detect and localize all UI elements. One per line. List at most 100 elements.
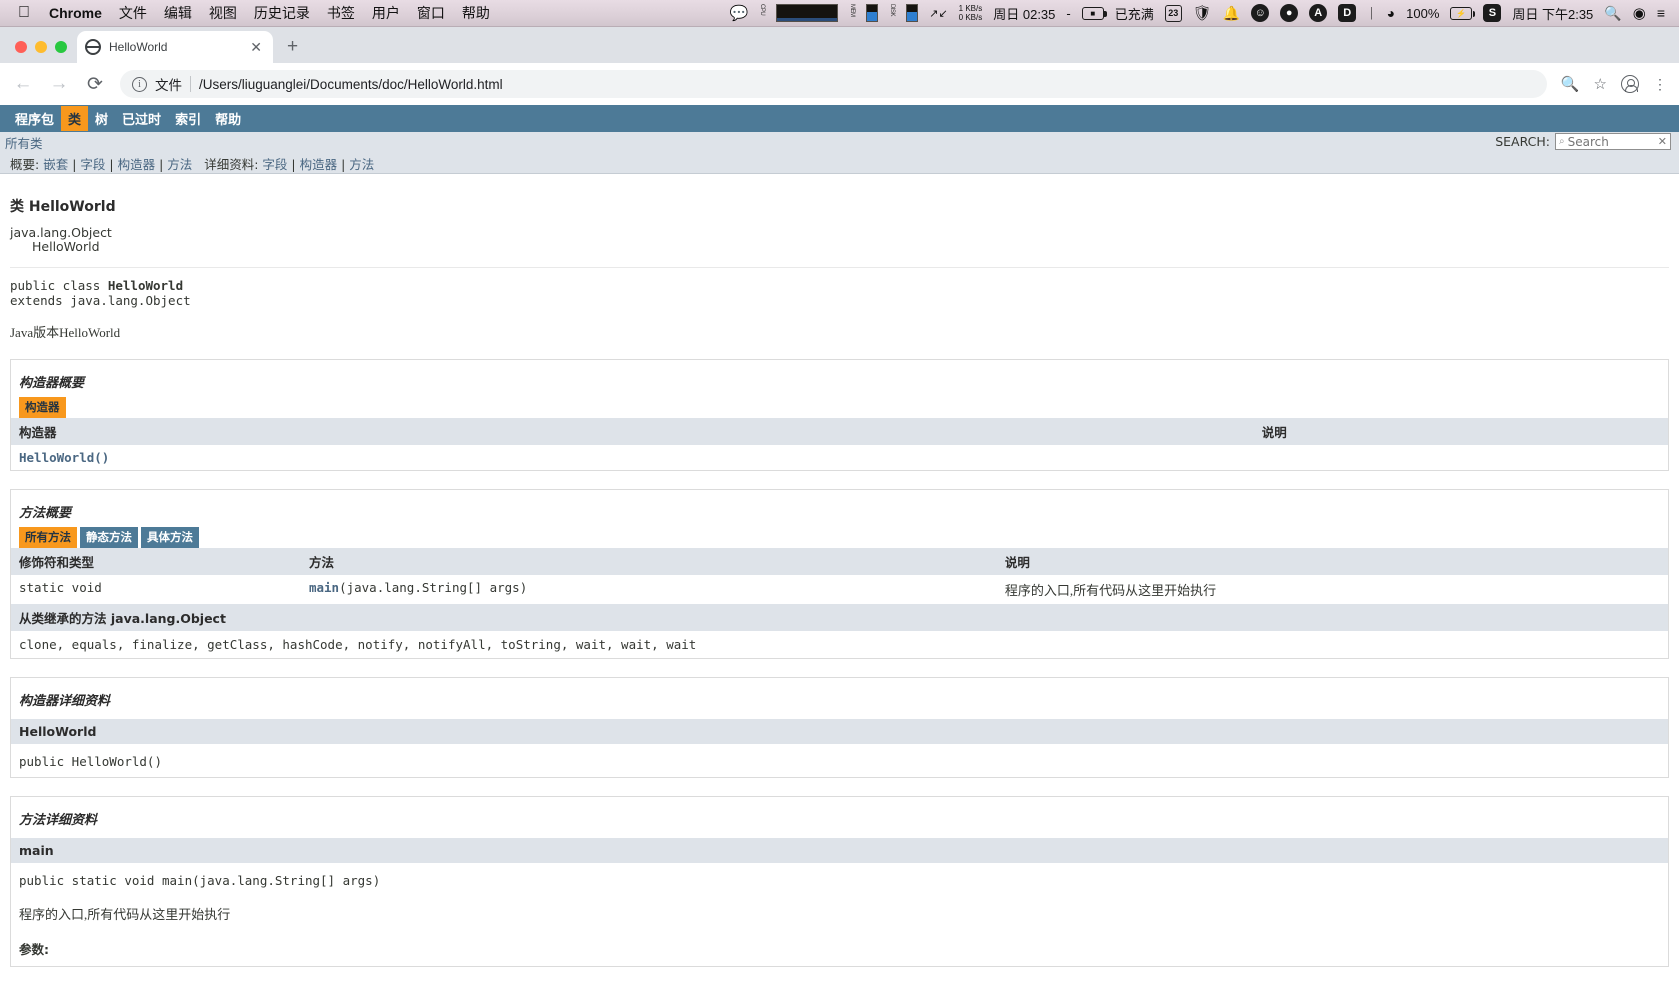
tab-concrete-methods[interactable]: 具体方法 [141,526,199,548]
tab-all-methods[interactable]: 所有方法 [19,526,77,548]
all-classes-link[interactable]: 所有类 [5,133,43,152]
method-args: (java.lang.String[] args) [339,579,528,595]
battery-icon[interactable]: ⚡ [1450,6,1476,20]
class-declaration-line2: extends java.lang.Object [10,292,191,308]
nav-item-class[interactable]: 类 [61,106,89,131]
menubar-app-name[interactable]: Chrome [49,5,102,21]
control-center-icon[interactable]: ≡ [1657,5,1665,21]
microphone-icon[interactable]: ● [1280,4,1299,22]
wechat-icon[interactable]: 💬 [730,4,749,22]
menu-item-history[interactable]: 历史记录 [254,3,310,23]
menu-item-profiles[interactable]: 用户 [372,3,400,23]
constructor-detail-body: public HelloWorld() [11,744,1668,777]
col-constructor: 构造器 [11,417,1254,445]
shield-icon[interactable]: 🛡 [1193,4,1212,22]
browser-tab[interactable]: HelloWorld ✕ [77,31,273,63]
page-title: 类 HelloWorld [10,199,116,215]
nav-item-deprecated[interactable]: 已过时 [115,106,168,131]
wifi-icon[interactable]: ◕ [1387,5,1395,21]
menubar-left:  Chrome 文件 编辑 视图 历史记录 书签 用户 窗口 帮助 [6,3,490,23]
info-icon[interactable]: i [132,76,147,92]
menu-item-help[interactable]: 帮助 [462,3,490,23]
omnibox-separator [190,76,191,92]
forward-icon[interactable]: → [48,73,70,95]
chrome-toolbar: ← → ⟳ i 文件 /Users/liuguanglei/Documents/… [0,63,1679,105]
class-description: Java版本HelloWorld [10,324,121,340]
constructor-detail-section: 构造器详细资料 HelloWorld public HelloWorld() [10,676,1669,778]
input-source-a-icon[interactable]: A [1309,4,1328,22]
spotlight-search-icon[interactable]: 🔍 [1604,5,1621,22]
calendar-icon[interactable]: 23 [1164,4,1182,22]
bluetooth-icon[interactable]: ᛁ [1367,5,1375,21]
menu-item-file[interactable]: 文件 [119,3,147,23]
maximize-window-button[interactable] [55,41,67,53]
method-modifier: static void [11,574,301,604]
cpu-label: CPU [759,4,766,16]
battery-status-text: 已充满 [1114,6,1154,22]
omnibox-scheme-label: 文件 [155,78,182,93]
window-controls [10,41,77,63]
detail-link-constr[interactable]: 构造器 [300,157,338,172]
close-icon[interactable]: ✕ [247,39,265,56]
new-tab-button[interactable]: + [287,36,298,58]
menu-item-window[interactable]: 窗口 [417,3,445,23]
class-declaration: public class HelloWorld extends java.lan… [10,278,1669,308]
back-icon[interactable]: ← [12,73,34,95]
apple-icon[interactable]:  [18,5,30,21]
chrome-menu-icon[interactable]: ⋮ [1653,76,1667,93]
battery-charging-icon[interactable]: ■ [1081,6,1107,20]
sogou-input-icon[interactable]: S [1483,4,1502,22]
constructor-summary-tabs: 构造器 [11,396,1668,418]
d-app-icon[interactable]: D [1338,4,1357,22]
minimize-window-button[interactable] [35,41,47,53]
clear-icon[interactable]: ✕ [1658,135,1667,148]
clock-right[interactable]: 周日 下午2:35 [1512,4,1593,23]
clock-left[interactable]: 周日 02:35 [993,4,1055,23]
tab-constructors[interactable]: 构造器 [19,396,66,418]
menu-item-view[interactable]: 视图 [209,3,237,23]
javadoc-allclasses-row: 所有类 SEARCH: ⌕ Search ✕ [0,132,1679,153]
star-icon[interactable]: ☆ [1594,75,1607,93]
summary-link-constr[interactable]: 构造器 [118,157,156,172]
close-window-button[interactable] [15,41,27,53]
search-page-icon[interactable]: 🔍 [1561,75,1580,93]
reload-icon[interactable]: ⟳ [84,73,106,96]
profile-avatar-icon[interactable] [1621,75,1639,93]
constructor-link[interactable]: HelloWorld() [11,444,1254,470]
method-params-label: 参数: [19,941,49,957]
nav-item-tree[interactable]: 树 [88,106,115,131]
detail-link-field[interactable]: 字段 [262,157,287,172]
method-summary-tabs: 所有方法 静态方法 具体方法 [11,526,1668,548]
search-input[interactable]: ⌕ Search ✕ [1555,133,1671,150]
method-description: 程序的入口,所有代码从这里开始执行 [996,574,1668,604]
inherited-methods-list[interactable]: clone, equals, finalize, getClass, hashC… [11,631,1668,658]
memory-meter-icon[interactable] [866,4,879,22]
summary-link-nested[interactable]: 嵌套 [43,157,68,172]
siri-icon[interactable]: ◉ [1633,4,1646,22]
nav-item-index[interactable]: 索引 [168,106,208,131]
method-summary-section: 方法概要 所有方法 静态方法 具体方法 修饰符和类型 方法 说明 static … [10,488,1669,659]
cpu-graph-icon[interactable] [776,4,839,22]
tab-static-methods[interactable]: 静态方法 [80,526,138,548]
disk-meter-icon[interactable] [906,4,919,22]
summary-link-field[interactable]: 字段 [80,157,105,172]
detail-link-method[interactable]: 方法 [349,157,374,172]
summary-prefix: 概要: [10,156,40,172]
constructor-description [1253,444,1668,470]
inheritance-tree: java.lang.Object HelloWorld [10,225,1669,255]
nav-item-help[interactable]: 帮助 [208,106,248,131]
network-arrows-icon[interactable]: ↗↙ [929,7,947,20]
constructor-detail-signature: public HelloWorld() [19,753,162,769]
inheritance-level-2: HelloWorld [32,239,100,255]
bell-icon[interactable]: 🔔 [1223,5,1240,22]
method-link[interactable]: main [309,580,339,595]
toolbar-right-icons: 🔍 ☆ ⋮ [1561,75,1667,93]
smiley-icon[interactable]: ☺ [1251,4,1270,22]
menu-item-bookmarks[interactable]: 书签 [327,3,355,23]
menu-item-edit[interactable]: 编辑 [164,3,192,23]
chrome-window: HelloWorld ✕ + ← → ⟳ i 文件 /Users/liuguan… [0,27,1679,105]
summary-link-method[interactable]: 方法 [167,157,192,172]
magnifier-icon: ⌕ [1559,136,1565,147]
nav-item-packages[interactable]: 程序包 [8,106,61,131]
address-bar[interactable]: i 文件 /Users/liuguanglei/Documents/doc/He… [120,70,1547,98]
